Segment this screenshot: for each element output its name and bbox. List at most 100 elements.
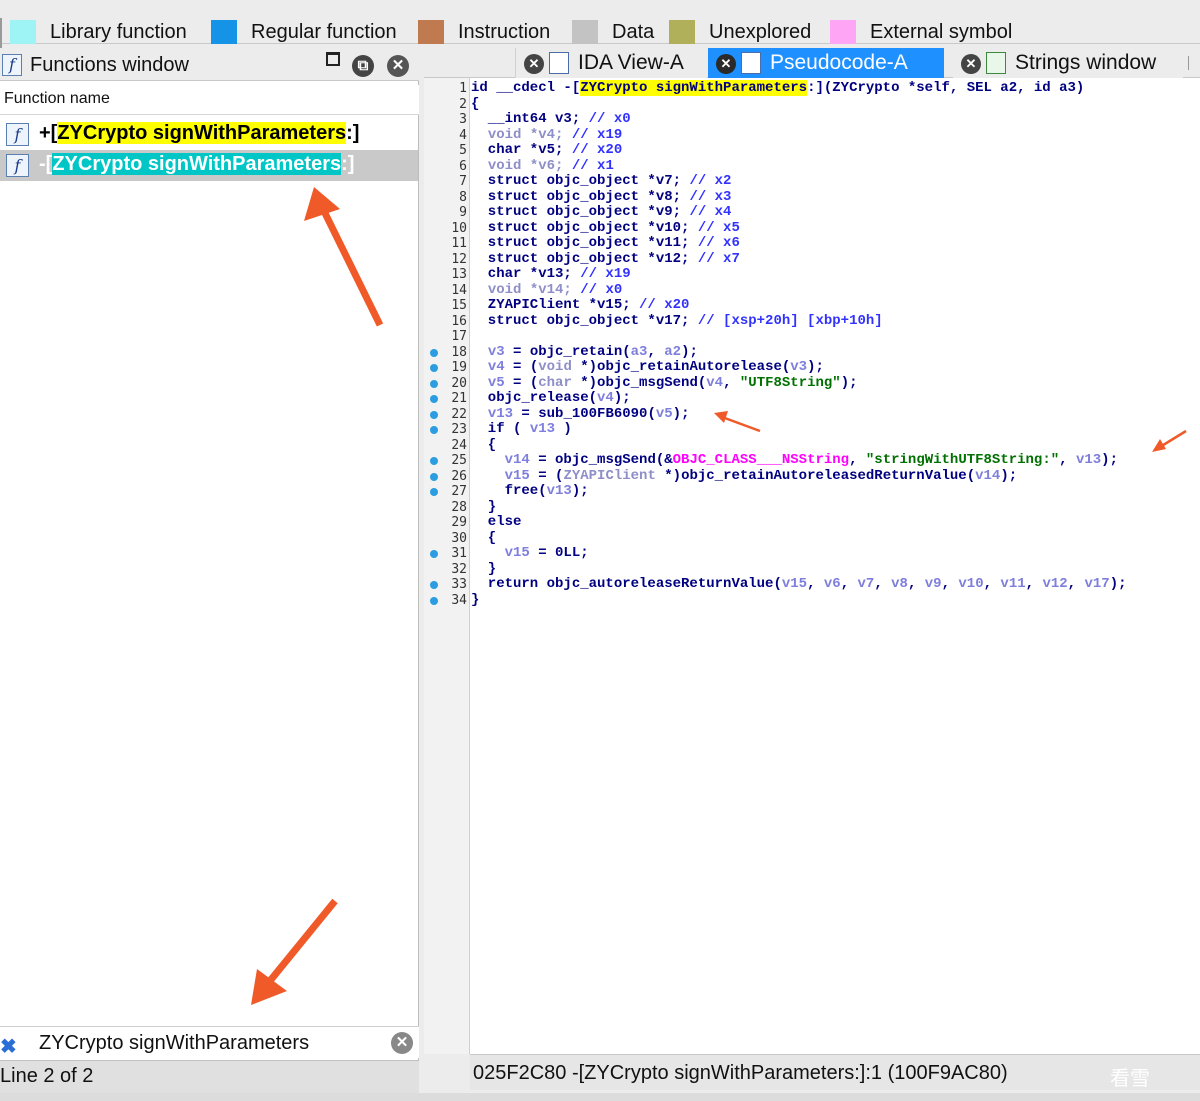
code-line[interactable]: if ( v13 ) — [471, 421, 572, 438]
line-number: 7 — [459, 174, 467, 189]
breakpoint-dot[interactable] — [430, 395, 438, 403]
legend-label-external: External symbol — [870, 20, 1013, 43]
breakpoint-dot[interactable] — [430, 596, 438, 605]
line-number: 13 — [451, 267, 467, 282]
line-number: 14 — [451, 282, 467, 298]
line-number: 29 — [451, 515, 467, 530]
disassembly-view-icon — [549, 52, 569, 74]
tab-strings-window[interactable]: ✕ Strings window — [953, 48, 1183, 78]
legend-divider — [0, 18, 2, 48]
code-line[interactable]: void *v4; // x19 — [471, 127, 622, 144]
code-line[interactable]: struct objc_object *v11; // x6 — [471, 235, 740, 252]
breakpoint-dot[interactable] — [430, 457, 438, 465]
breakpoint-dot[interactable] — [430, 410, 438, 419]
code-line[interactable]: { — [471, 96, 479, 113]
code-line[interactable]: struct objc_object *v10; // x5 — [471, 220, 740, 237]
line-number: 24 — [451, 437, 467, 453]
tab-ida-view[interactable]: ✕ IDA View-A — [515, 48, 707, 78]
code-line[interactable]: struct objc_object *v17; // [xsp+20h] [x… — [471, 313, 883, 330]
function-search-bar: ✖ ✕ — [0, 1026, 419, 1058]
function-icon: f — [6, 154, 29, 177]
functions-window-titlebar[interactable]: f Functions window ⧉ ✕ — [0, 48, 419, 81]
line-number: 12 — [451, 251, 467, 267]
line-number: 3 — [459, 112, 467, 127]
tab-pseudocode[interactable]: ✕ Pseudocode-A — [708, 48, 944, 78]
breakpoint-dot[interactable] — [430, 472, 438, 481]
code-line[interactable]: { — [471, 530, 496, 547]
maximize-icon[interactable] — [326, 52, 340, 66]
breakpoint-dot[interactable] — [430, 426, 438, 434]
breakpoint-dot[interactable] — [430, 550, 438, 558]
code-line[interactable]: v14 = objc_msgSend(&OBJC_CLASS___NSStrin… — [471, 452, 1118, 469]
function-row[interactable]: f +[ZYCrypto signWithParameters:] — [0, 119, 418, 150]
breakpoint-dot[interactable] — [430, 488, 438, 496]
code-line[interactable]: char *v5; // x20 — [471, 142, 622, 159]
code-line[interactable]: return objc_autoreleaseReturnValue(v15, … — [471, 576, 1127, 593]
function-row-selected[interactable]: f -[ZYCrypto signWithParameters:] — [0, 150, 418, 181]
function-row-label: +[ZYCrypto signWithParameters:] — [39, 122, 360, 144]
code-line[interactable]: void *v6; // x1 — [471, 158, 614, 175]
code-line[interactable]: objc_release(v4); — [471, 390, 631, 407]
code-line[interactable]: id __cdecl -[ZYCrypto signWithParameters… — [471, 80, 1084, 97]
code-line[interactable]: struct objc_object *v7; // x2 — [471, 173, 732, 190]
code-line[interactable]: v4 = (void *)objc_retainAutorelease(v3); — [471, 359, 824, 376]
legend-unexplored: Unexplored — [669, 20, 811, 44]
functions-status-bar: Line 2 of 2 — [0, 1060, 419, 1093]
line-number: 9 — [459, 205, 467, 220]
close-tab-icon[interactable]: ✕ — [524, 54, 544, 74]
code-line[interactable]: else — [471, 514, 522, 531]
functions-window-title: Functions window — [30, 54, 189, 76]
clear-search-button[interactable]: ✕ — [391, 1032, 413, 1054]
legend-swatch-unexplored — [669, 20, 695, 44]
code-line[interactable]: v5 = (char *)objc_msgSend(v4, "UTF8Strin… — [471, 375, 858, 392]
close-tab-icon[interactable]: ✕ — [716, 54, 736, 74]
legend-swatch-instruction — [418, 20, 444, 44]
address-status: 025F2C80 -[ZYCrypto signWithParameters:]… — [473, 1062, 1008, 1084]
float-window-button[interactable]: ⧉ — [352, 55, 374, 77]
code-line[interactable]: char *v13; // x19 — [471, 266, 631, 283]
filter-icon[interactable]: ✖ — [0, 1034, 17, 1059]
code-line[interactable]: __int64 v3; // x0 — [471, 111, 631, 128]
legend-swatch-library — [10, 20, 36, 44]
line-number: 15 — [451, 298, 467, 313]
code-line[interactable]: struct objc_object *v8; // x3 — [471, 189, 732, 206]
code-line[interactable]: void *v14; // x0 — [471, 282, 622, 299]
breakpoint-dot[interactable] — [430, 348, 438, 357]
line-number: 28 — [451, 499, 467, 515]
line-number-gutter: 1 2 3 4 5 6 7 8 9 10 11 12 13 14 15 16 17 18 19 20 21 22 23 24 2… — [424, 78, 470, 1054]
code-line[interactable]: ZYAPIClient *v15; // x20 — [471, 297, 690, 314]
code-line[interactable]: v3 = objc_retain(a3, a2); — [471, 344, 698, 361]
breakpoint-dot[interactable] — [430, 581, 438, 589]
code-line[interactable]: { — [471, 437, 496, 454]
code-line[interactable]: } — [471, 499, 496, 516]
line-number: 5 — [459, 143, 467, 158]
legend-library-function: Library function — [10, 20, 187, 44]
code-line[interactable]: } — [471, 592, 479, 609]
tab-overflow-indicator[interactable] — [1188, 56, 1198, 70]
code-line[interactable]: struct objc_object *v12; // x7 — [471, 251, 740, 268]
strings-view-icon — [986, 52, 1006, 74]
pseudocode-status-bar: 025F2C80 -[ZYCrypto signWithParameters:]… — [470, 1054, 1200, 1090]
function-name-column-header[interactable]: Function name — [0, 85, 419, 115]
function-search-input[interactable] — [28, 1028, 388, 1058]
legend-swatch-regular — [211, 20, 237, 44]
breakpoint-dot[interactable] — [430, 364, 438, 372]
legend-label-data: Data — [612, 20, 655, 43]
code-line[interactable]: v15 = 0LL; — [471, 545, 589, 562]
code-line[interactable]: free(v13); — [471, 483, 589, 500]
pseudocode-view[interactable]: 1 2 3 4 5 6 7 8 9 10 11 12 13 14 15 16 17 18 19 20 21 22 23 24 2… — [424, 78, 1200, 1054]
line-number: 32 — [451, 561, 467, 577]
tab-label: IDA View-A — [578, 51, 684, 74]
line-number: 16 — [451, 313, 467, 329]
legend-regular-function: Regular function — [211, 20, 397, 44]
legend-instruction: Instruction — [418, 20, 550, 44]
code-line[interactable]: } — [471, 561, 496, 578]
breakpoint-dot[interactable] — [430, 379, 438, 388]
code-line[interactable]: v13 = sub_100FB6090(v5); — [471, 406, 690, 423]
code-line[interactable]: struct objc_object *v9; // x4 — [471, 204, 732, 221]
line-number: 4 — [459, 127, 467, 143]
close-tab-icon[interactable]: ✕ — [961, 54, 981, 74]
line-number: 10 — [451, 220, 467, 236]
close-window-button[interactable]: ✕ — [387, 55, 409, 77]
code-line[interactable]: v15 = (ZYAPIClient *)objc_retainAutorele… — [471, 468, 1018, 485]
